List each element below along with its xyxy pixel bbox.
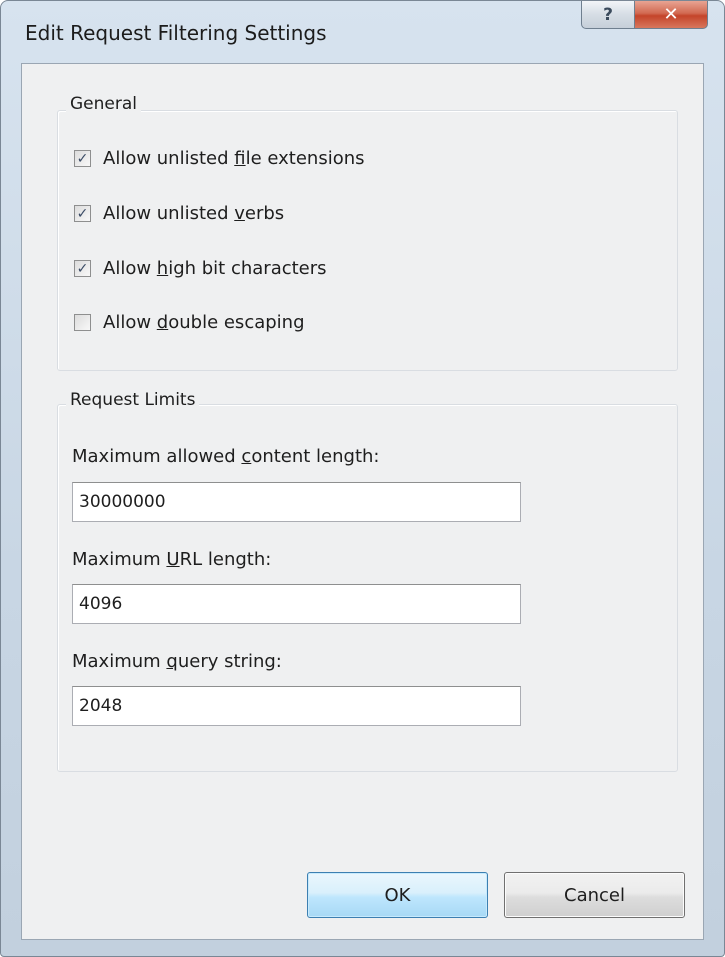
access-key: v [234, 203, 245, 224]
access-key: q [166, 651, 178, 672]
help-icon: ? [603, 4, 613, 25]
option-label: Allow unlisted verbs [103, 203, 284, 224]
label-text: ontent length: [251, 446, 380, 467]
request-limits-group-label: Request Limits [66, 390, 200, 410]
general-group-label: General [66, 94, 141, 114]
max-url-length-input[interactable] [72, 584, 521, 624]
label-text: ile extensions [245, 148, 365, 169]
close-icon: ✕ [663, 4, 679, 25]
max-query-string-label: Maximum query string: [72, 651, 282, 672]
access-key: U [166, 549, 180, 570]
access-key: h [156, 258, 169, 279]
allow-double-escaping-checkbox[interactable] [74, 314, 91, 331]
allow-unlisted-file-extensions-checkbox[interactable]: ✓ [74, 150, 91, 167]
label-text: Allow unlisted [103, 148, 235, 169]
label-text: Maximum [72, 549, 167, 570]
allow-double-escaping-option[interactable]: Allow double escaping [74, 312, 305, 333]
ok-button[interactable]: OK [307, 872, 488, 918]
cancel-button-label: Cancel [564, 884, 625, 906]
allow-unlisted-verbs-option[interactable]: ✓ Allow unlisted verbs [74, 203, 284, 224]
label-text: erbs [244, 203, 285, 224]
max-url-length-label: Maximum URL length: [72, 549, 271, 570]
title-bar[interactable]: Edit Request Filtering Settings ? ✕ [1, 1, 724, 65]
window-title: Edit Request Filtering Settings [25, 21, 327, 45]
option-label: Allow unlisted file extensions [103, 148, 365, 169]
option-label: Allow double escaping [103, 312, 305, 333]
allow-high-bit-characters-option[interactable]: ✓ Allow high bit characters [74, 258, 327, 279]
max-query-string-input[interactable] [72, 686, 521, 726]
label-text: Maximum [72, 651, 167, 672]
allow-high-bit-characters-checkbox[interactable]: ✓ [74, 260, 91, 277]
option-label: Allow high bit characters [103, 258, 327, 279]
access-key: d [156, 312, 169, 333]
close-button[interactable]: ✕ [634, 1, 708, 29]
allow-unlisted-verbs-checkbox[interactable]: ✓ [74, 205, 91, 222]
cancel-button[interactable]: Cancel [504, 872, 685, 918]
label-text: Allow [103, 258, 157, 279]
label-text: RL length: [179, 549, 272, 570]
dialog-body: General ✓ Allow unlisted file extensions… [21, 63, 704, 940]
access-key: c [241, 446, 252, 467]
label-text: uery string: [177, 651, 282, 672]
dialog-window: Edit Request Filtering Settings ? ✕ Gene… [0, 0, 725, 957]
label-text: ouble escaping [168, 312, 305, 333]
help-button[interactable]: ? [581, 1, 635, 29]
label-text: Maximum allowed [72, 446, 242, 467]
max-content-length-input[interactable] [72, 482, 521, 522]
label-text: igh bit characters [168, 258, 327, 279]
ok-button-label: OK [384, 884, 411, 906]
label-text: Allow [103, 312, 157, 333]
label-text: Allow unlisted [103, 203, 235, 224]
allow-unlisted-file-extensions-option[interactable]: ✓ Allow unlisted file extensions [74, 148, 365, 169]
access-key: f [234, 148, 246, 169]
max-content-length-label: Maximum allowed content length: [72, 446, 380, 467]
